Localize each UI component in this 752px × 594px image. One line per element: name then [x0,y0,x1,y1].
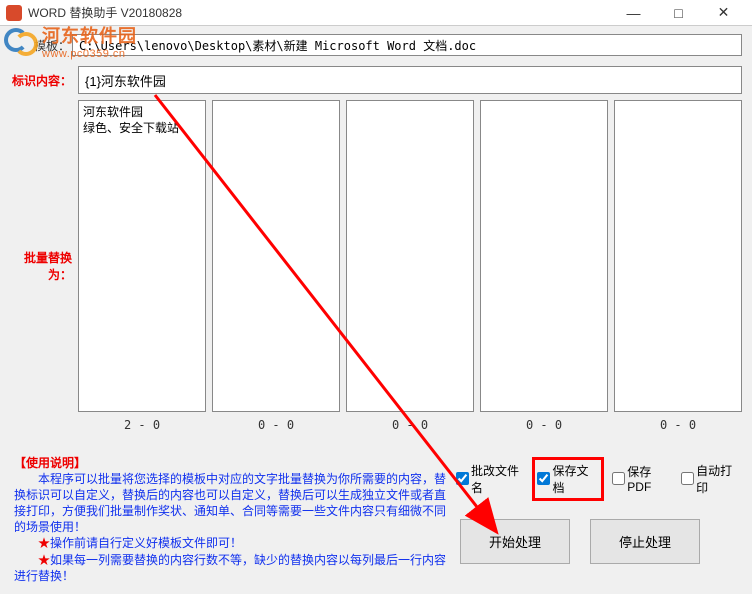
watermark-logo-icon [2,22,40,60]
window-controls: — □ ✕ [611,0,746,26]
checkbox-rename-file[interactable]: 批改文件名 [456,457,528,501]
column-1: 河东软件园 绿色、安全下载站 2 - 0 [78,100,206,432]
column-3: 0 - 0 [346,100,474,432]
instructions-title: 【使用说明】 [14,456,86,470]
start-button[interactable]: 开始处理 [460,519,570,564]
tag-content-input[interactable]: {1}河东软件园 [78,66,742,94]
checkbox-group: 批改文件名 保存文档 保存PDF 自动打印 [456,457,742,501]
checkbox-auto-print-input[interactable] [681,472,694,485]
checkbox-auto-print[interactable]: 自动打印 [681,457,742,501]
close-button[interactable]: ✕ [701,0,746,26]
checkbox-save-doc-input[interactable] [537,472,550,485]
highlight-box: 保存文档 [532,457,604,501]
maximize-button[interactable]: □ [656,0,701,26]
column-3-textarea[interactable] [346,100,474,412]
column-4-indicator: 0 - 0 [480,418,608,432]
instructions-line3: 如果每一列需要替换的内容行数不等，缺少的替换内容以每列最后一行内容进行替换！ [14,553,446,583]
app-icon [6,5,22,21]
instructions: 【使用说明】 本程序可以批量将您选择的模板中对应的文字批量替换为你所需要的内容，… [14,455,452,585]
minimize-button[interactable]: — [611,0,656,26]
column-2-textarea[interactable] [212,100,340,412]
tag-label: 标识内容： [10,72,72,89]
window-title: WORD 替换助手 V20180828 [28,4,611,21]
column-3-indicator: 0 - 0 [346,418,474,432]
column-5-textarea[interactable] [614,100,742,412]
column-2-indicator: 0 - 0 [212,418,340,432]
column-2: 0 - 0 [212,100,340,432]
instructions-line2: 操作前请自行定义好模板文件即可！ [50,536,242,550]
watermark-url: www.pc0359.cn [42,48,137,60]
instructions-line1: 本程序可以批量将您选择的模板中对应的文字批量替换为你所需要的内容，替换标识可以自… [14,472,446,535]
columns-container: 河东软件园 绿色、安全下载站 2 - 0 0 - 0 0 - 0 0 - 0 0… [78,100,742,432]
template-path-input[interactable]: C:\Users\lenovo\Desktop\素材\新建 Microsoft … [72,34,742,56]
watermark-text: 河东软件园 [42,22,137,48]
bottom-panel: 【使用说明】 本程序可以批量将您选择的模板中对应的文字批量替换为你所需要的内容，… [0,445,752,594]
checkbox-save-pdf[interactable]: 保存PDF [612,457,673,501]
checkbox-save-doc[interactable]: 保存文档 [537,462,598,496]
checkbox-save-pdf-input[interactable] [612,472,625,485]
column-4-textarea[interactable] [480,100,608,412]
column-1-textarea[interactable]: 河东软件园 绿色、安全下载站 [78,100,206,412]
checkbox-rename-file-input[interactable] [456,472,469,485]
column-4: 0 - 0 [480,100,608,432]
column-5-indicator: 0 - 0 [614,418,742,432]
replace-label: 批量替换为： [10,249,72,283]
watermark: 河东软件园 www.pc0359.cn [2,22,137,60]
column-5: 0 - 0 [614,100,742,432]
column-1-indicator: 2 - 0 [78,418,206,432]
stop-button[interactable]: 停止处理 [590,519,700,564]
